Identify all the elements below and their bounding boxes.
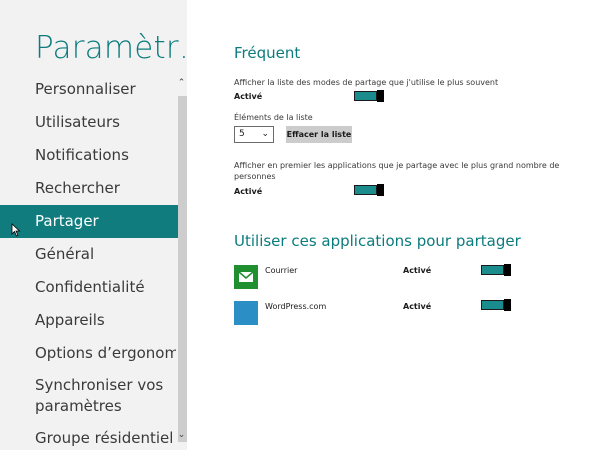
mouse-cursor-icon bbox=[11, 223, 21, 237]
nav-item-synchroniser[interactable]: Synchroniser vos paramètres bbox=[0, 372, 176, 416]
scrollbar-thumb[interactable] bbox=[178, 96, 187, 442]
nav-item-partager[interactable]: Partager bbox=[0, 205, 187, 238]
mail-icon bbox=[234, 265, 258, 289]
show-modes-state: Activé bbox=[234, 92, 263, 101]
section-title-frequent: Fréquent bbox=[234, 44, 301, 62]
list-items-label: Éléments de la liste bbox=[234, 113, 313, 122]
show-apps-first-toggle[interactable] bbox=[354, 184, 384, 196]
clear-list-button[interactable]: Effacer la liste bbox=[286, 126, 352, 143]
sidebar-scrollbar[interactable]: ⌃ ⌄ bbox=[176, 72, 187, 450]
show-apps-first-description: Afficher en premier les applications que… bbox=[234, 161, 560, 181]
app-name-wordpress: WordPress.com bbox=[265, 302, 327, 311]
nav-item-options-ergonomie[interactable]: Options d’ergonomie bbox=[0, 337, 176, 370]
nav-item-confidentialite[interactable]: Confidentialité bbox=[0, 271, 176, 304]
show-modes-toggle[interactable] bbox=[354, 90, 384, 102]
show-modes-description: Afficher la liste des modes de partage q… bbox=[234, 78, 499, 87]
courrier-toggle[interactable] bbox=[481, 264, 511, 276]
nav-item-groupe-residentiel[interactable]: Groupe résidentiel bbox=[0, 422, 176, 450]
list-items-value: 5 bbox=[239, 129, 245, 139]
app-name-courrier: Courrier bbox=[265, 266, 298, 275]
show-apps-first-state: Activé bbox=[234, 187, 263, 196]
app-state-wordpress: Activé bbox=[403, 302, 432, 311]
settings-sidebar: Paramètr… Personnaliser Utilisateurs Not… bbox=[0, 0, 187, 450]
app-title: Paramètr… bbox=[35, 30, 187, 66]
wordpress-icon bbox=[234, 301, 258, 325]
app-state-courrier: Activé bbox=[403, 266, 432, 275]
nav-item-general[interactable]: Général bbox=[0, 238, 176, 271]
wordpress-toggle[interactable] bbox=[481, 299, 511, 311]
chevron-up-icon[interactable]: ⌃ bbox=[176, 78, 187, 90]
section-title-share-apps: Utiliser ces applications pour partager bbox=[234, 232, 521, 250]
chevron-down-icon[interactable]: ⌄ bbox=[176, 430, 187, 442]
nav-item-appareils[interactable]: Appareils bbox=[0, 304, 176, 337]
chevron-down-icon: ⌄ bbox=[261, 129, 269, 139]
nav-item-utilisateurs[interactable]: Utilisateurs bbox=[0, 106, 176, 139]
nav-item-rechercher[interactable]: Rechercher bbox=[0, 172, 176, 205]
nav-item-notifications[interactable]: Notifications bbox=[0, 139, 176, 172]
nav-item-personnaliser[interactable]: Personnaliser bbox=[0, 73, 176, 106]
list-items-select[interactable]: 5 ⌄ bbox=[234, 126, 274, 143]
